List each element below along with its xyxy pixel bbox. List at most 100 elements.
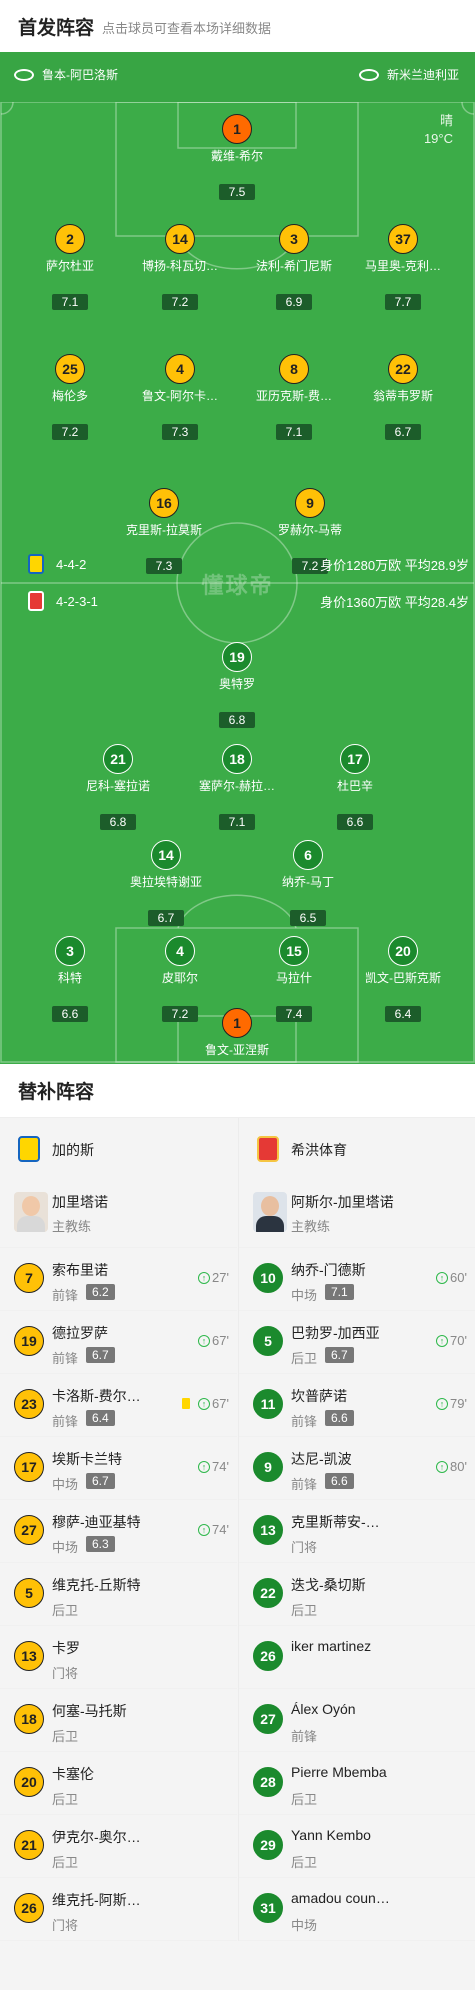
sub-on-icon: ↑: [198, 1523, 211, 1536]
sub-player-row[interactable]: 27 Álex Oyón 前锋: [239, 1689, 475, 1752]
sub-player-row[interactable]: 28 Pierre Mbemba 后卫: [239, 1752, 475, 1815]
sub-player-row[interactable]: 26 iker martinez: [239, 1626, 475, 1689]
player-rating: 7.2: [162, 294, 198, 310]
sub-player-position: 门将: [52, 1666, 79, 1681]
player-marker[interactable]: 18 塞萨尔-赫拉… 7.1: [177, 744, 297, 831]
sub-player-position: 前锋: [291, 1477, 318, 1492]
shirt-number: 28: [253, 1767, 283, 1797]
player-marker[interactable]: 4 鲁文-阿尔卡… 7.3: [120, 354, 240, 441]
sub-player-name: 穆萨-迪亚基特: [52, 1514, 141, 1530]
player-name: 亚历克斯-费…: [256, 389, 332, 403]
shirt-number: 1: [222, 1008, 252, 1038]
sub-player-row[interactable]: 9 达尼-凯波 前锋 6.6 ↑ 80': [239, 1437, 475, 1500]
coach-left[interactable]: 加里塔诺 主教练: [0, 1178, 237, 1248]
home-team-row: 4-2-3-1 身价1360万欧 平均28.4岁: [0, 586, 475, 616]
sub-player-name: 卡罗: [52, 1640, 80, 1656]
player-name: 凯文-巴斯克斯: [365, 971, 441, 985]
sub-player-row[interactable]: 17 埃斯卡兰特 中场 6.7 ↑ 74': [0, 1437, 237, 1500]
subs-team-right[interactable]: 希洪体育: [239, 1118, 475, 1178]
player-marker[interactable]: 17 杜巴辛 6.6: [295, 744, 415, 831]
player-marker[interactable]: 1 戴维-希尔 7.5: [177, 114, 297, 201]
player-marker[interactable]: 20 凯文-巴斯克斯 6.4: [343, 936, 463, 1023]
sub-player-row[interactable]: 23 卡洛斯-费尔… 前锋 6.4 ↑ 67': [0, 1374, 237, 1437]
sub-player-row[interactable]: 31 amadou coun… 中场: [239, 1878, 475, 1941]
sub-player-row[interactable]: 5 维克托-丘斯特 后卫: [0, 1563, 237, 1626]
shirt-number: 27: [14, 1515, 44, 1545]
sub-on-icon: ↑: [198, 1271, 211, 1284]
shirt-number: 14: [151, 840, 181, 870]
sub-player-row[interactable]: 21 伊克尔-奥尔… 后卫: [0, 1815, 237, 1878]
shirt-number: 17: [340, 744, 370, 774]
player-name: 戴维-希尔: [211, 149, 263, 163]
shirt-number: 3: [279, 224, 309, 254]
shirt-number: 6: [293, 840, 323, 870]
player-marker[interactable]: 6 纳乔-马丁 6.5: [248, 840, 368, 927]
player-marker[interactable]: 21 尼科-塞拉诺 6.8: [58, 744, 178, 831]
stadium: 鲁本-阿巴洛斯: [14, 66, 118, 83]
sub-player-position: 前锋: [291, 1729, 318, 1744]
player-marker[interactable]: 14 奥拉埃特谢亚 6.7: [106, 840, 226, 927]
sub-player-row[interactable]: 11 坎普萨诺 前锋 6.6 ↑ 79': [239, 1374, 475, 1437]
player-name: 纳乔-马丁: [282, 875, 334, 889]
shirt-number: 29: [253, 1830, 283, 1860]
player-name: 皮耶尔: [161, 971, 198, 985]
shirt-number: 18: [14, 1704, 44, 1734]
lineup-title: 首发阵容: [18, 17, 95, 39]
sub-player-name: 纳乔-门德斯: [291, 1262, 366, 1278]
player-marker[interactable]: 22 翁蒂韦罗斯 6.7: [343, 354, 463, 441]
sub-player-row[interactable]: 5 巴勃罗-加西亚 后卫 6.7 ↑ 70': [239, 1311, 475, 1374]
player-rating: 6.9: [276, 294, 312, 310]
player-marker[interactable]: 25 梅伦多 7.2: [10, 354, 130, 441]
weather: 晴 19°C: [424, 112, 453, 148]
weather-condition: 晴: [439, 113, 453, 128]
sub-player-row[interactable]: 27 穆萨-迪亚基特 中场 6.3 ↑ 74': [0, 1500, 237, 1563]
sub-player-position: 中场: [52, 1477, 79, 1492]
sub-player-rating: 6.7: [325, 1347, 354, 1363]
sub-on-tag: ↑ 80': [436, 1459, 467, 1474]
sub-on-icon: ↑: [436, 1271, 449, 1284]
sub-player-row[interactable]: 10 纳乔-门德斯 中场 7.1 ↑ 60': [239, 1248, 475, 1311]
sub-player-position: 门将: [291, 1540, 318, 1555]
sub-player-row[interactable]: 26 维克托-阿斯… 门将: [0, 1878, 237, 1941]
player-name: 科特: [57, 971, 82, 985]
sub-player-position: 后卫: [52, 1729, 79, 1744]
sub-player-row[interactable]: 22 迭戈-桑切斯 后卫: [239, 1563, 475, 1626]
sub-player-position: 前锋: [291, 1414, 318, 1429]
player-marker[interactable]: 37 马里奥-克利… 7.7: [343, 224, 463, 311]
player-name: 尼科-塞拉诺: [86, 779, 150, 793]
sub-player-row[interactable]: 7 索布里诺 前锋 6.2 ↑ 27': [0, 1248, 237, 1311]
player-marker[interactable]: 1鲁文-亚涅斯6.3: [177, 1008, 297, 1064]
coach-name: 阿斯尔-加里塔诺: [291, 1194, 394, 1210]
sub-player-row[interactable]: 19 德拉罗萨 前锋 6.7 ↑ 67': [0, 1311, 237, 1374]
player-marker[interactable]: 2 萨尔杜亚 7.1: [10, 224, 130, 311]
shirt-number: 31: [253, 1893, 283, 1923]
player-rating: 7.1: [219, 814, 255, 830]
player-marker[interactable]: 3 科特 6.6: [10, 936, 130, 1023]
sub-player-row[interactable]: 18 何塞-马托斯 后卫: [0, 1689, 237, 1752]
shirt-number: 4: [165, 936, 195, 966]
subs-team-left[interactable]: 加的斯: [0, 1118, 237, 1178]
coach-right[interactable]: 阿斯尔-加里塔诺 主教练: [239, 1178, 475, 1248]
sub-player-row[interactable]: 13 克里斯蒂安-… 门将: [239, 1500, 475, 1563]
shirt-number: 8: [279, 354, 309, 384]
sub-player-row[interactable]: 29 Yann Kembo 后卫: [239, 1815, 475, 1878]
sub-player-rating: 6.7: [86, 1473, 115, 1489]
sub-on-icon: ↑: [436, 1397, 449, 1410]
player-name: 奥特罗: [218, 677, 255, 691]
player-marker[interactable]: 19 奥特罗 6.8: [177, 642, 297, 729]
sub-on-tag: ↑ 67': [198, 1333, 229, 1348]
player-marker[interactable]: 14 博扬-科瓦切… 7.2: [120, 224, 240, 311]
shirt-number: 19: [14, 1326, 44, 1356]
sub-player-name: 坎普萨诺: [291, 1388, 347, 1404]
shirt-number: 16: [149, 488, 179, 518]
stadium-name: 鲁本-阿巴洛斯: [42, 68, 118, 82]
coach-avatar: [253, 1192, 287, 1232]
sub-player-row[interactable]: 13 卡罗 门将: [0, 1626, 237, 1689]
player-marker[interactable]: 3 法利-希门尼斯 6.9: [234, 224, 354, 311]
shirt-number: 20: [14, 1767, 44, 1797]
sub-player-name: 何塞-马托斯: [52, 1703, 127, 1719]
player-name: 翁蒂韦罗斯: [372, 389, 433, 403]
sub-player-position: 后卫: [291, 1792, 318, 1807]
sub-player-row[interactable]: 20 卡塞伦 后卫: [0, 1752, 237, 1815]
player-marker[interactable]: 8 亚历克斯-费… 7.1: [234, 354, 354, 441]
